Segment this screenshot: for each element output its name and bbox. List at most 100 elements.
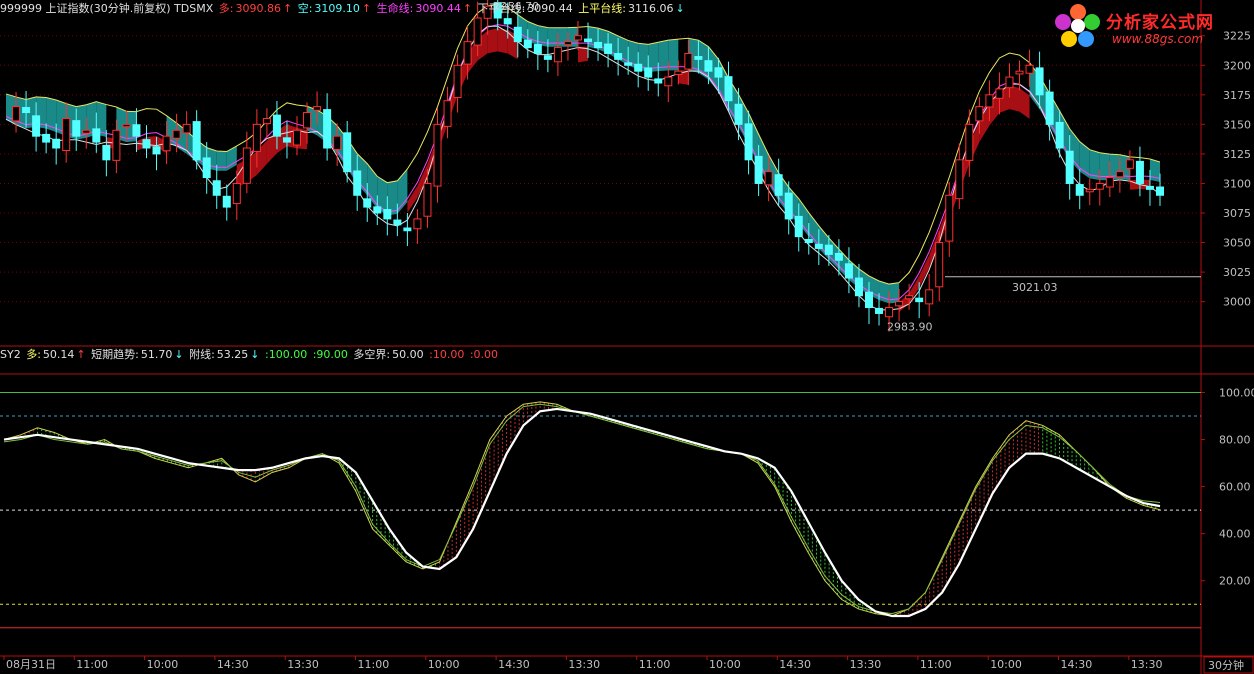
- trend-band-segment: [547, 27, 558, 47]
- life-line: [5, 24, 1161, 301]
- candle-body: [1045, 91, 1054, 125]
- x-tick-label: 14:30: [498, 658, 530, 671]
- candle-body: [102, 144, 111, 161]
- candle-body: [905, 295, 914, 300]
- candle-body: [62, 117, 71, 151]
- trend-band-segment: [879, 280, 890, 304]
- indicator-name: SY2: [0, 348, 21, 361]
- y-tick-label: 3075: [1223, 207, 1251, 220]
- duo-label: 多:: [218, 2, 234, 15]
- candle-body: [985, 94, 994, 108]
- y-tick-label: 3125: [1223, 148, 1251, 161]
- main-chart-header: 999999 上证指数(30分钟.前复权) TDSMX 多: 3090.86 ↑ 空…: [0, 2, 687, 16]
- candle-body: [955, 159, 964, 200]
- candle-body: [1125, 159, 1134, 169]
- y-tick-label: 3175: [1223, 89, 1251, 102]
- candle-body: [664, 76, 673, 87]
- candle-body: [32, 115, 41, 137]
- candle-body: [353, 170, 362, 196]
- candle-body: [363, 198, 372, 208]
- candle-body: [734, 103, 743, 125]
- sml-value: 3090.44: [415, 2, 461, 15]
- candle-body: [232, 182, 241, 205]
- trend-band-segment: [668, 39, 679, 71]
- candle-body: [935, 242, 944, 288]
- candle-body: [694, 56, 703, 60]
- candle-body: [654, 78, 663, 84]
- dkj-value: 50.00: [392, 348, 424, 361]
- trend-band-segment: [889, 282, 900, 304]
- candle-body: [92, 128, 101, 143]
- candle-body: [132, 124, 141, 137]
- x-tick-label: 11:00: [639, 658, 671, 671]
- y-tick-label: 3100: [1223, 177, 1251, 190]
- candle-body: [925, 289, 934, 305]
- dq-label: 短期趋势:: [91, 348, 139, 361]
- candle-body: [724, 76, 733, 102]
- candle-body: [162, 135, 171, 152]
- trend-band-segment: [537, 25, 548, 47]
- sub-y-tick-label: 60.00: [1219, 481, 1251, 494]
- spt-value: 3116.06: [628, 2, 674, 15]
- sml-label: 生命线:: [376, 2, 414, 15]
- candle-body: [202, 157, 211, 179]
- candle-body: [875, 307, 884, 314]
- y-tick-label: 3000: [1223, 296, 1251, 309]
- y-tick-label: 3150: [1223, 118, 1251, 131]
- candle-body: [965, 123, 974, 161]
- candle-body: [764, 171, 773, 186]
- candle-body: [453, 64, 462, 99]
- candle-body: [333, 135, 342, 151]
- series-duo: [3, 401, 1161, 617]
- candle-body: [895, 301, 904, 307]
- candle-body: [303, 112, 312, 129]
- candle-body: [1005, 76, 1014, 89]
- sub-duo-label: 多:: [26, 348, 41, 361]
- level-90: :90.00: [312, 348, 348, 361]
- x-tick-label: 13:30: [287, 658, 319, 671]
- candle-body: [794, 215, 803, 238]
- dq-value: 51.70: [140, 348, 173, 361]
- candle-body: [1115, 171, 1124, 178]
- candle-body: [313, 106, 322, 111]
- candle-body: [1065, 150, 1074, 184]
- x-tick-label: 13:30: [568, 658, 600, 671]
- xpt-value: 3090.44: [527, 2, 573, 15]
- candle-body: [212, 180, 221, 196]
- candle-body: [513, 26, 522, 43]
- series-fuxian: [3, 403, 1161, 615]
- candle-body: [293, 129, 302, 146]
- candle-body: [975, 106, 984, 122]
- trend-band-segment: [1009, 85, 1020, 112]
- fx-label: 附线:: [189, 348, 215, 361]
- candle-body: [1135, 160, 1144, 184]
- candle-body: [413, 218, 422, 230]
- sub-y-tick-label: 20.00: [1219, 575, 1251, 588]
- candle-body: [503, 18, 512, 25]
- candle-body: [1035, 67, 1044, 96]
- candle-body: [262, 117, 271, 125]
- trend-band-segment: [577, 46, 589, 63]
- trend-band-segment: [487, 28, 498, 54]
- candle-body: [824, 244, 833, 255]
- candle-body: [523, 39, 532, 49]
- candle-body: [814, 243, 823, 249]
- spt-arrow: ↓: [675, 2, 685, 15]
- x-tick-label: 11:00: [76, 658, 108, 671]
- sub-y-tick-label: 100.00: [1219, 386, 1254, 399]
- chart-canvas[interactable]: 3225320031753150312531003075305030253000…: [0, 0, 1254, 674]
- sub-y-tick-label: 80.00: [1219, 434, 1251, 447]
- candle-body: [1075, 184, 1084, 196]
- kong-value: 3109.10: [314, 2, 360, 15]
- level-0: :0.00: [469, 348, 499, 361]
- candle-body: [463, 41, 472, 65]
- sub-duo-value: 50.14: [42, 348, 75, 361]
- candle-body: [573, 35, 582, 41]
- trend-band-segment: [226, 145, 237, 171]
- level-100: :100.00: [265, 348, 308, 361]
- candle-body: [72, 120, 81, 137]
- candle-body: [915, 297, 924, 303]
- candle-body: [433, 123, 442, 187]
- candle-body: [1145, 185, 1154, 190]
- candle-body: [604, 43, 613, 54]
